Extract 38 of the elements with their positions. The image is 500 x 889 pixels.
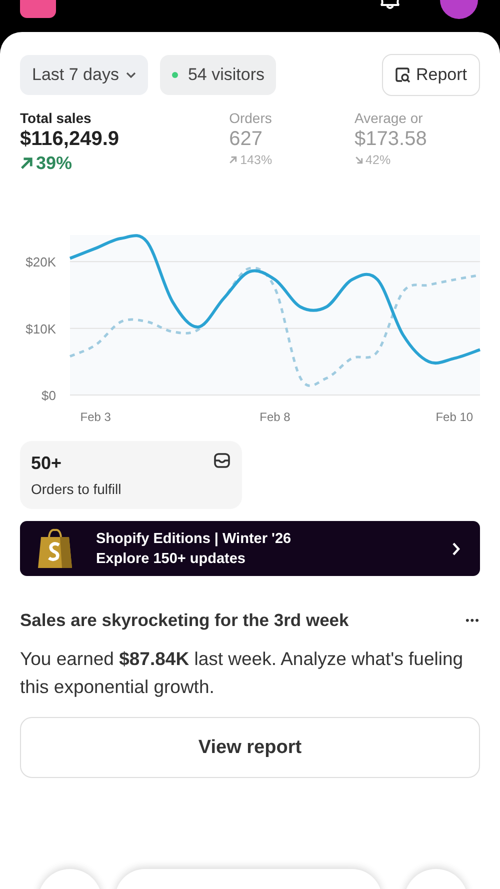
bell-icon[interactable] bbox=[380, 0, 400, 10]
metric-change: 42% bbox=[366, 153, 391, 167]
report-icon bbox=[394, 67, 411, 83]
live-dot-icon bbox=[172, 72, 178, 78]
metric-label: Total sales bbox=[20, 110, 92, 126]
date-range-dropdown[interactable]: Last 7 days bbox=[20, 55, 148, 95]
visitors-chip[interactable]: 54 visitors bbox=[160, 55, 276, 95]
banner-title: Shopify Editions | Winter '26 bbox=[96, 530, 292, 546]
orders-label: Orders to fulfill bbox=[31, 481, 122, 497]
x-axis-label: Feb 10 bbox=[436, 410, 474, 424]
editions-banner[interactable]: Shopify Editions | Winter '26 Explore 150+ updates bbox=[20, 521, 480, 576]
metric-label: Orders bbox=[229, 110, 273, 126]
metric-value: $173.58 bbox=[354, 128, 428, 151]
more-button[interactable]: ••• bbox=[465, 614, 480, 626]
y-axis-label: $10K bbox=[26, 321, 56, 336]
chevron-right-icon bbox=[452, 542, 460, 556]
inbox-icon bbox=[214, 453, 230, 468]
x-axis-label: Feb 3 bbox=[80, 410, 111, 424]
y-axis-label: $0 bbox=[42, 388, 56, 403]
orders-count: 50+ bbox=[31, 453, 63, 474]
banner-subtitle: Explore 150+ updates bbox=[96, 550, 246, 566]
chevron-down-icon bbox=[126, 72, 136, 78]
insight-title: Sales are skyrocketing for the 3rd week bbox=[20, 610, 349, 631]
profile-avatar[interactable] bbox=[440, 0, 478, 19]
insight-text: You earned $87.84K last week. Analyze what's fueling this exponential growth. bbox=[20, 647, 464, 699]
metric-value: 627 bbox=[229, 128, 264, 151]
shopping-bag-icon bbox=[36, 528, 74, 570]
metric-change: 143% bbox=[240, 153, 272, 167]
metric-change: 39% bbox=[36, 153, 72, 174]
metric-tab[interactable]: Total sales $116,249.9 39% bbox=[20, 110, 230, 174]
store-avatar[interactable] bbox=[20, 0, 56, 18]
view-report-button[interactable]: View report bbox=[20, 717, 480, 778]
x-axis-label: Feb 8 bbox=[260, 410, 290, 424]
metric-label: Average or bbox=[354, 110, 424, 126]
y-axis-label: $20K bbox=[26, 254, 56, 270]
metric-value: $116,249.9 bbox=[20, 128, 120, 151]
fulfill-card[interactable]: 50+ Orders to fulfill bbox=[20, 441, 242, 509]
report-button[interactable]: Report bbox=[382, 54, 480, 96]
